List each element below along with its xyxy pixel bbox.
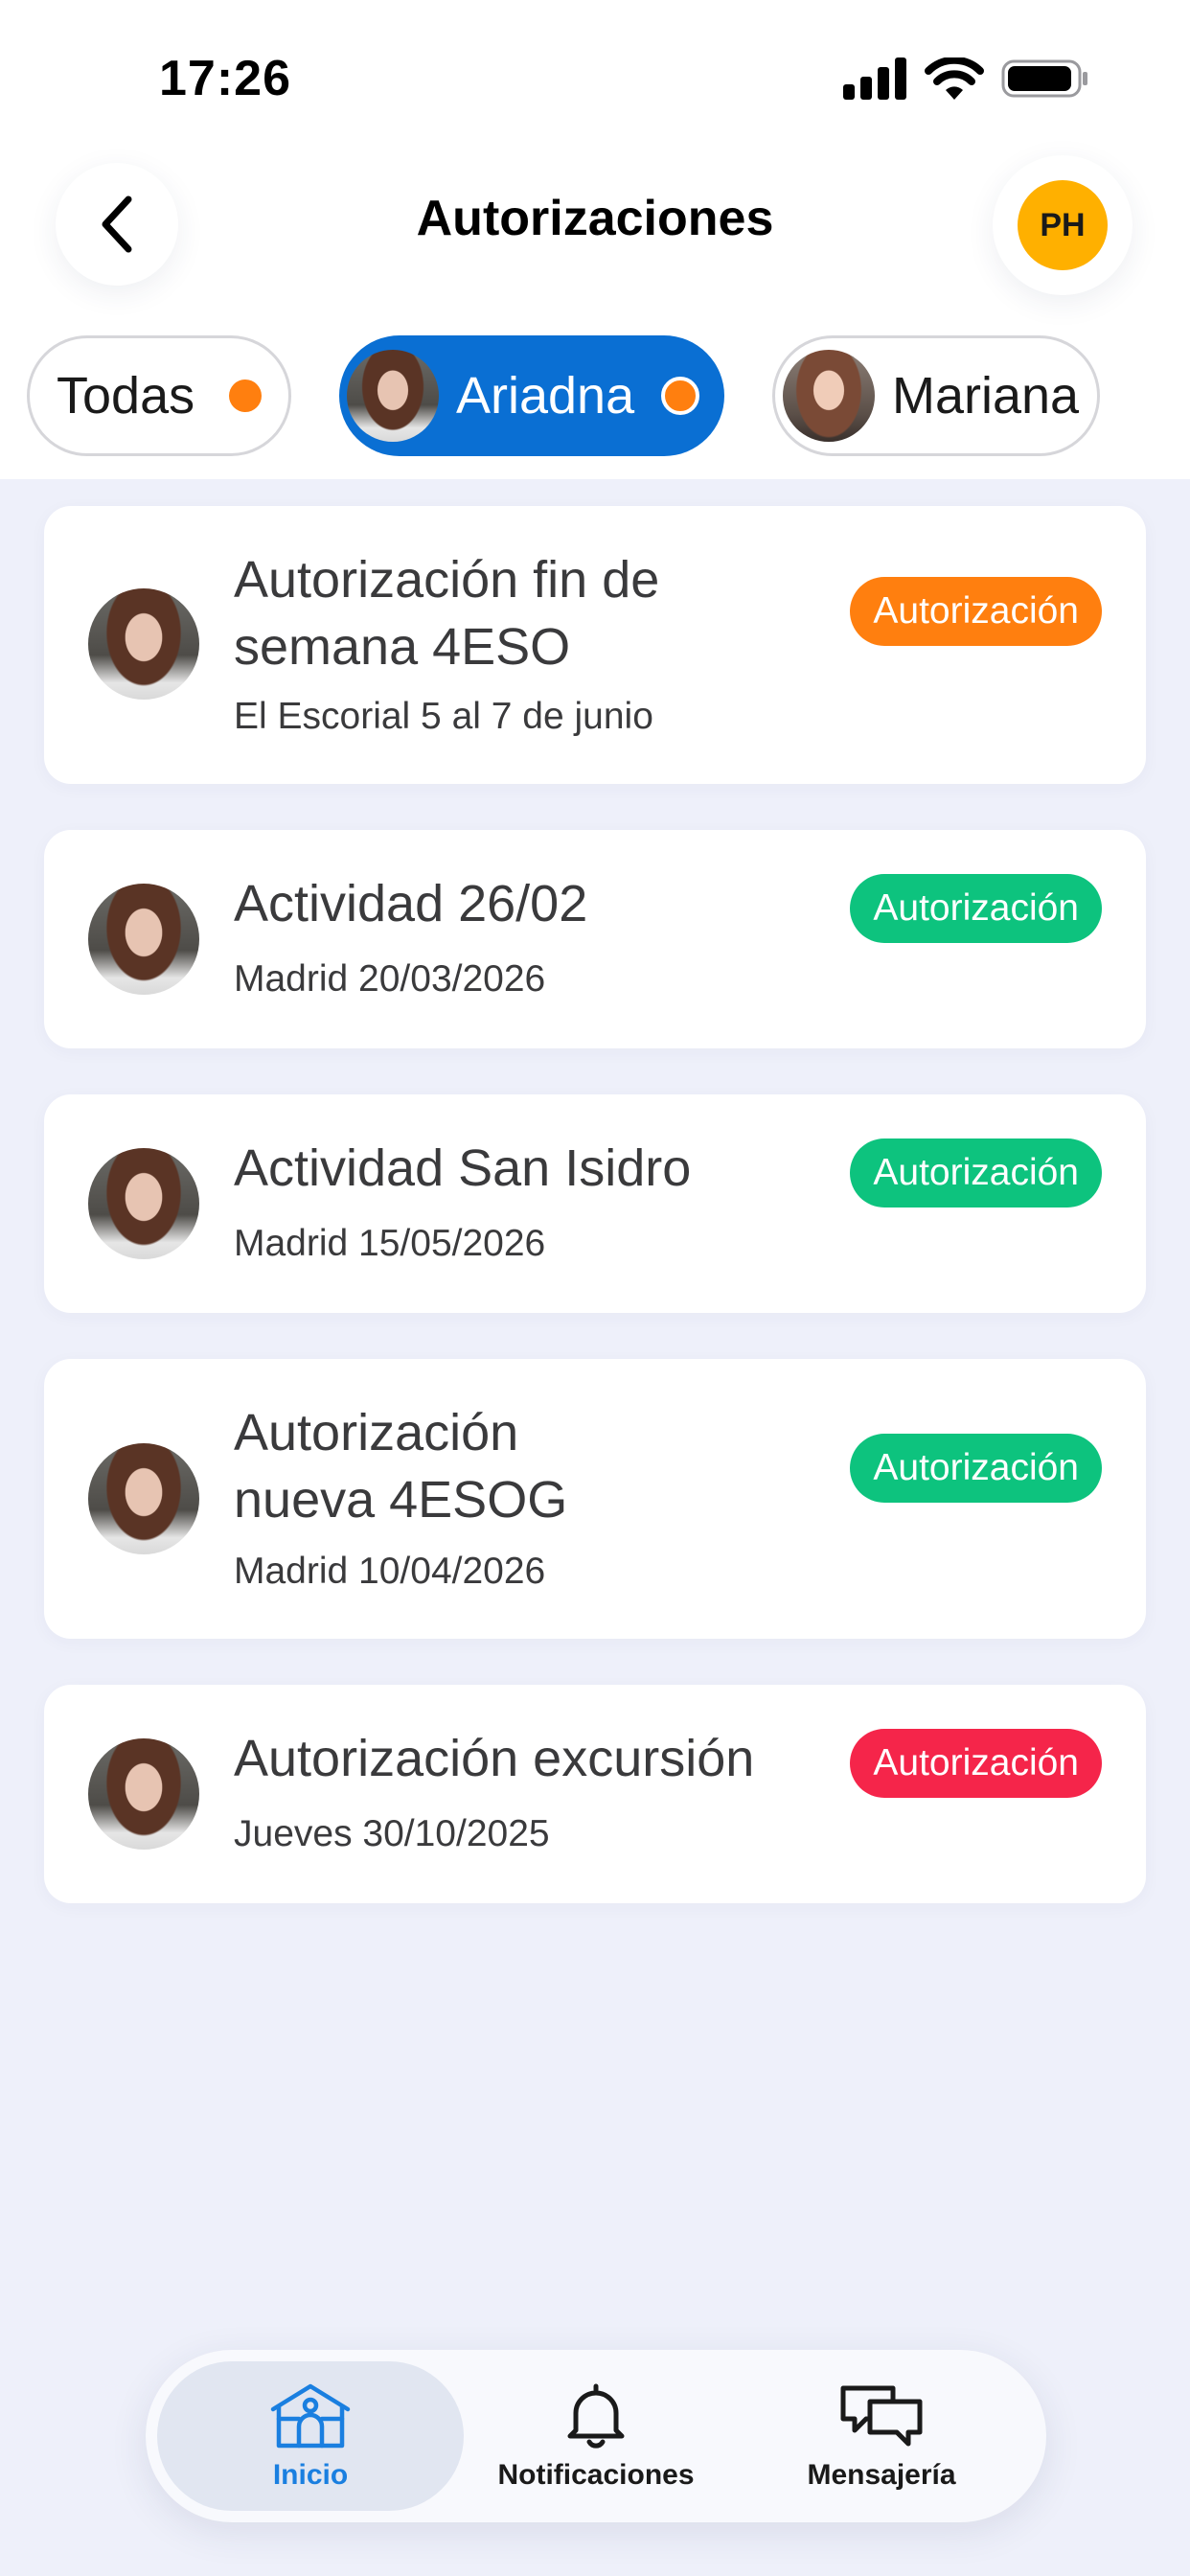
filter-chip-mariana[interactable]: Mariana: [772, 335, 1100, 456]
card-title: Actividad San Isidro: [234, 1139, 692, 1197]
nav-item-inicio[interactable]: Inicio: [157, 2361, 464, 2511]
student-photo: [347, 350, 439, 442]
student-avatar: [88, 884, 199, 995]
authorization-card[interactable]: Autorización excursión Jueves 30/10/2025…: [44, 1685, 1146, 1903]
nav-label: Notificaciones: [497, 2459, 695, 2491]
card-title: Autorización nueva 4ESOG: [234, 1404, 568, 1529]
student-photo: [783, 350, 875, 442]
bottom-navigation: Inicio Notificaciones Mensajería: [146, 2350, 1046, 2522]
card-subtitle: Madrid 15/05/2026: [234, 1223, 546, 1264]
student-avatar: [88, 588, 199, 700]
wifi-icon: [925, 58, 984, 100]
filter-chip-label: Mariana: [892, 367, 1080, 425]
student-avatar: [88, 1443, 199, 1554]
status-badge: Autorización: [850, 1729, 1102, 1798]
student-avatar: [88, 1148, 199, 1259]
authorization-card[interactable]: Autorización nueva 4ESOG Madrid 10/04/20…: [44, 1359, 1146, 1639]
authorization-card[interactable]: Autorización fin de semana 4ESO El Escor…: [44, 506, 1146, 784]
nav-item-notificaciones[interactable]: Notificaciones: [443, 2361, 749, 2511]
card-subtitle: Madrid 20/03/2026: [234, 958, 546, 1000]
unread-dot: [661, 377, 699, 415]
status-badge: Autorización: [850, 874, 1102, 943]
chat-icon: [840, 2385, 923, 2447]
status-time: 17:26: [159, 51, 291, 106]
authorization-card[interactable]: Actividad 26/02 Madrid 20/03/2026 Autori…: [44, 830, 1146, 1048]
student-avatar: [88, 1738, 199, 1850]
card-title: Autorización fin de semana 4ESO: [234, 551, 660, 676]
profile-initials: PH: [1018, 180, 1108, 270]
status-badge: Autorización: [850, 1434, 1102, 1503]
nav-label: Mensajería: [807, 2459, 956, 2491]
filter-chip-label: Ariadna: [456, 367, 635, 425]
filter-chip-label: Todas: [57, 367, 195, 425]
filter-chip-ariadna[interactable]: Ariadna: [339, 335, 724, 456]
unread-dot: [229, 380, 262, 412]
battery-icon: [1001, 59, 1087, 98]
status-badge: Autorización: [850, 577, 1102, 646]
card-title: Actividad 26/02: [234, 875, 588, 932]
nav-item-mensajeria[interactable]: Mensajería: [728, 2361, 1035, 2511]
home-icon: [270, 2383, 351, 2449]
bell-icon: [567, 2383, 625, 2449]
card-subtitle: El Escorial 5 al 7 de junio: [234, 696, 653, 737]
filter-chip-todas[interactable]: Todas: [27, 335, 291, 456]
profile-avatar[interactable]: PH: [993, 155, 1133, 295]
status-badge: Autorización: [850, 1138, 1102, 1208]
card-title: Autorización excursión: [234, 1730, 755, 1787]
signal-icon: [843, 58, 906, 100]
nav-label: Inicio: [272, 2459, 349, 2491]
card-subtitle: Jueves 30/10/2025: [234, 1813, 550, 1854]
card-subtitle: Madrid 10/04/2026: [234, 1551, 546, 1592]
authorization-card[interactable]: Actividad San Isidro Madrid 15/05/2026 A…: [44, 1094, 1146, 1313]
